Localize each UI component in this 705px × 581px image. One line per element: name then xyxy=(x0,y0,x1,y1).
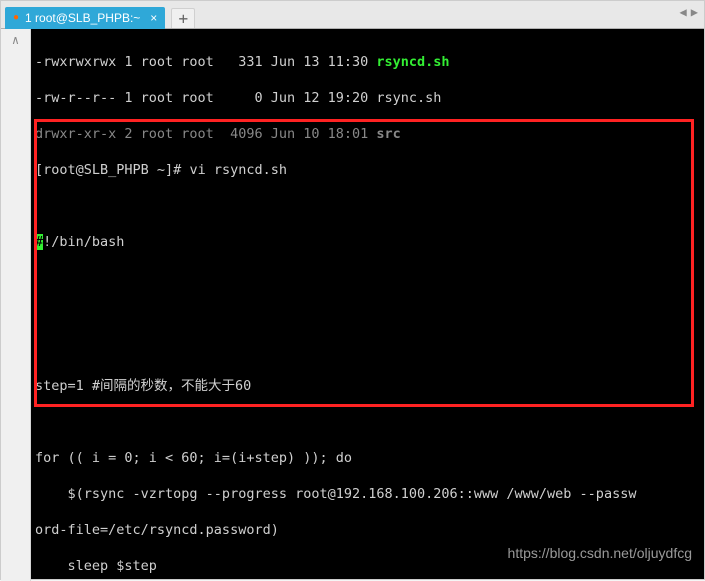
nav-left-icon[interactable]: ◀ xyxy=(680,5,687,19)
script-step: step=1 #间隔的秒数，不能大于60 xyxy=(35,378,251,394)
script-rsync: $(rsync -vzrtopg --progress root@192.168… xyxy=(35,486,636,502)
add-tab-button[interactable]: + xyxy=(171,8,195,28)
shell-prompt: [root@SLB_PHPB ~]# xyxy=(35,162,189,178)
ls-line-truncated: drwxr-xr-x 2 root root 4096 Jun 10 18:01 xyxy=(35,126,376,142)
ls-file-exec: rsyncd.sh xyxy=(376,54,449,70)
close-icon[interactable]: × xyxy=(150,12,157,24)
nav-right-icon[interactable]: ▶ xyxy=(691,5,698,19)
editor-cursor: # xyxy=(35,234,43,250)
script-shebang: !/bin/bash xyxy=(43,234,124,250)
tab-bar: ● 1 root@SLB_PHPB:~ × + ◀ ▶ xyxy=(1,1,704,29)
script-sleep: sleep $step xyxy=(35,558,157,574)
tab-nav: ◀ ▶ xyxy=(680,5,698,19)
script-rsync-cont: ord-file=/etc/rsyncd.password) xyxy=(35,522,279,538)
ls-line: -rwxrwxrwx 1 root root 331 Jun 13 11:30 xyxy=(35,54,376,70)
tab-title: 1 root@SLB_PHPB:~ xyxy=(25,11,140,25)
sidebar-gutter: ∧ xyxy=(1,29,31,581)
ls-line: -rw-r--r-- 1 root root 0 Jun 12 19:20 rs… xyxy=(35,90,441,106)
terminal-tab-active[interactable]: ● 1 root@SLB_PHPB:~ × xyxy=(5,7,165,29)
shell-command: vi rsyncd.sh xyxy=(189,162,287,178)
activity-indicator-icon: ● xyxy=(13,12,19,23)
terminal-output[interactable]: -rwxrwxrwx 1 root root 331 Jun 13 11:30 … xyxy=(31,29,704,579)
collapse-icon[interactable]: ∧ xyxy=(12,33,19,47)
watermark-text: https://blog.csdn.net/oljuydfcg xyxy=(508,545,692,561)
ls-dir: src xyxy=(376,126,400,142)
script-for: for (( i = 0; i < 60; i=(i+step) )); do xyxy=(35,450,352,466)
